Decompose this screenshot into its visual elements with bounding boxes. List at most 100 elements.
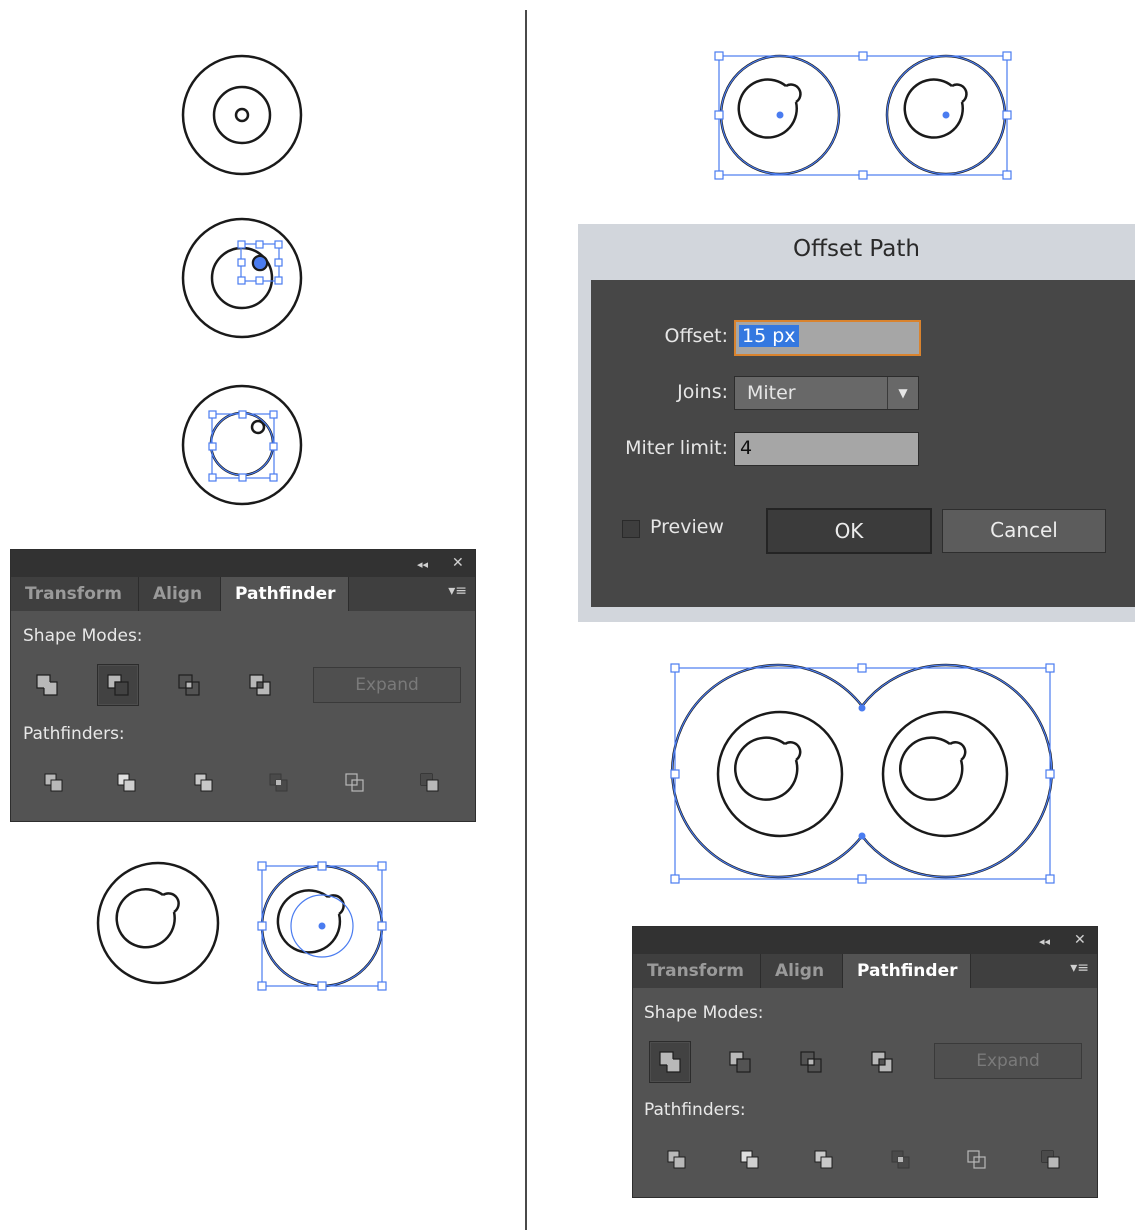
- merge-icon: [814, 1150, 833, 1169]
- merge-button[interactable]: [803, 1139, 845, 1181]
- step3-artwork: [181, 384, 303, 506]
- preview-checkbox[interactable]: [622, 520, 640, 538]
- offset-value: 15 px: [739, 325, 799, 347]
- outline-icon: [345, 773, 364, 792]
- crop-icon: [269, 773, 288, 792]
- middle-circle: [212, 85, 272, 145]
- minus-back-icon: [1041, 1150, 1060, 1169]
- unite-icon: [36, 674, 58, 696]
- joins-dropdown[interactable]: Miter ▼: [734, 376, 919, 410]
- expand-button[interactable]: Expand: [313, 667, 461, 703]
- unite-button[interactable]: [26, 664, 68, 706]
- intersect-icon: [800, 1051, 822, 1073]
- crop-button[interactable]: [258, 762, 300, 804]
- crop-button[interactable]: [880, 1139, 922, 1181]
- collapse-icon[interactable]: ◂◂: [417, 557, 428, 573]
- offset-field[interactable]: 15 px: [734, 320, 921, 356]
- step2-artwork: [181, 217, 303, 339]
- pathfinders-label: Pathfinders:: [644, 1100, 746, 1120]
- trim-button[interactable]: [106, 762, 148, 804]
- divide-icon: [44, 773, 63, 792]
- miter-limit-value: 4: [740, 437, 753, 459]
- unite-icon: [659, 1051, 681, 1073]
- intersect-button[interactable]: [790, 1041, 832, 1083]
- divide-button[interactable]: [33, 762, 75, 804]
- inner-circle: [234, 107, 250, 123]
- minus-back-icon: [420, 773, 439, 792]
- minus-back-button[interactable]: [1030, 1139, 1072, 1181]
- expand-button[interactable]: Expand: [934, 1043, 1082, 1079]
- tab-align[interactable]: Align: [139, 577, 221, 611]
- tab-transform[interactable]: Transform: [633, 954, 761, 988]
- shape-modes-label: Shape Modes:: [23, 626, 143, 646]
- unite-button[interactable]: [649, 1041, 691, 1083]
- pathfinders-label: Pathfinders:: [23, 724, 125, 744]
- joins-value: Miter: [747, 382, 796, 404]
- exclude-icon: [249, 674, 271, 696]
- joins-label: Joins:: [677, 381, 728, 403]
- outline-button[interactable]: [334, 762, 376, 804]
- minus-front-icon: [107, 674, 129, 696]
- minus-back-button[interactable]: [409, 762, 451, 804]
- pupil-highlight: [162, 892, 180, 914]
- outer-circle: [181, 384, 303, 506]
- ok-button[interactable]: OK: [766, 508, 932, 554]
- intersect-button[interactable]: [168, 664, 210, 706]
- collapse-icon[interactable]: ◂◂: [1039, 934, 1050, 950]
- miter-limit-label: Miter limit:: [625, 437, 728, 459]
- shape-modes-label: Shape Modes:: [644, 1003, 764, 1023]
- outline-button[interactable]: [956, 1139, 998, 1181]
- cancel-button[interactable]: Cancel: [942, 509, 1106, 553]
- merge-button[interactable]: [183, 762, 225, 804]
- miter-limit-field[interactable]: 4: [734, 432, 919, 466]
- offset-outline: [671, 663, 1053, 879]
- tab-align[interactable]: Align: [761, 954, 843, 988]
- vertical-divider: [525, 10, 527, 1230]
- panel-menu-icon[interactable]: ▾≡: [448, 583, 467, 599]
- left-eye: [716, 710, 844, 838]
- pathfinder-panel-2: ◂◂ ✕ Transform Align Pathfinder ▾≡ Shape…: [632, 926, 1098, 1198]
- intersect-icon: [178, 674, 200, 696]
- trim-icon: [117, 773, 136, 792]
- offset-label: Offset:: [664, 325, 729, 347]
- tab-pathfinder[interactable]: Pathfinder: [221, 577, 349, 611]
- outline-icon: [967, 1150, 986, 1169]
- trim-icon: [740, 1150, 759, 1169]
- minus-front-button[interactable]: [97, 664, 139, 706]
- selection-bounding-box[interactable]: [670, 663, 1055, 884]
- minus-front-icon: [729, 1051, 751, 1073]
- pupil-shape-selected: [276, 889, 342, 954]
- close-icon[interactable]: ✕: [1074, 932, 1086, 948]
- tab-pathfinder[interactable]: Pathfinder: [843, 954, 971, 988]
- divide-icon: [667, 1150, 686, 1169]
- tab-transform[interactable]: Transform: [11, 577, 139, 611]
- trim-button[interactable]: [729, 1139, 771, 1181]
- close-icon[interactable]: ✕: [452, 555, 464, 571]
- merge-icon: [194, 773, 213, 792]
- minus-front-button[interactable]: [719, 1041, 761, 1083]
- step4-artwork: [96, 861, 387, 991]
- divide-button[interactable]: [656, 1139, 698, 1181]
- selection-bounding-box[interactable]: [714, 51, 1012, 180]
- outer-circle: [181, 54, 303, 176]
- pathfinder-panel: ◂◂ ✕ Transform Align Pathfinder ▾≡ Shape…: [10, 549, 476, 822]
- step6-artwork: [670, 663, 1055, 884]
- step5-artwork: [714, 51, 1012, 180]
- panel-menu-icon[interactable]: ▾≡: [1070, 960, 1089, 976]
- chevron-down-icon: ▼: [887, 377, 918, 409]
- crop-icon: [891, 1150, 910, 1169]
- exclude-icon: [871, 1051, 893, 1073]
- highlight-circle: [250, 419, 266, 435]
- exclude-button[interactable]: [239, 664, 281, 706]
- step1-artwork: [181, 54, 303, 176]
- exclude-button[interactable]: [861, 1041, 903, 1083]
- panel-title-bar: ◂◂ ✕: [633, 927, 1097, 954]
- right-eye: [881, 710, 1009, 838]
- selection-bounding-box[interactable]: [237, 240, 283, 285]
- pupil-shape: [115, 888, 176, 949]
- panel-title-bar: ◂◂ ✕: [11, 550, 475, 577]
- preview-label: Preview: [650, 516, 724, 538]
- dialog-body: Offset: 15 px Joins: Miter ▼ Miter limit…: [591, 280, 1135, 607]
- offset-path-dialog: Offset Path Offset: 15 px Joins: Miter ▼…: [578, 224, 1135, 622]
- panel-tabs: Transform Align Pathfinder ▾≡: [633, 954, 1097, 988]
